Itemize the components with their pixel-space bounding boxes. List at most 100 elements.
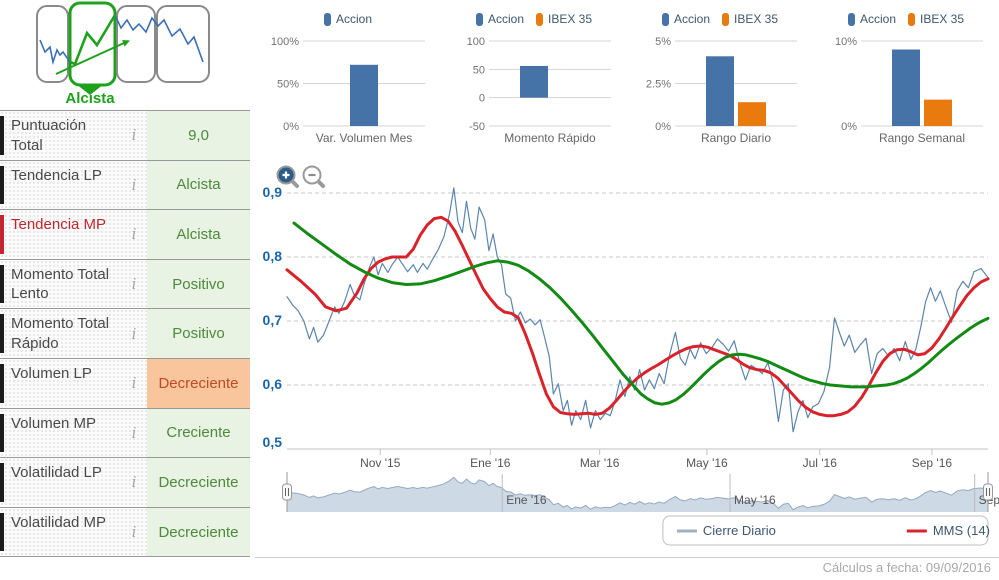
info-icon[interactable]: i: [121, 161, 147, 210]
legend-label: Accion: [674, 12, 710, 26]
legend-marker: [722, 13, 729, 26]
row-label: Tendencia MP: [4, 210, 121, 259]
y-tick-label: 0%: [283, 121, 299, 133]
info-icon[interactable]: i: [121, 359, 147, 408]
legend-label: IBEX 35: [734, 12, 778, 26]
zoom-out-button[interactable]: [304, 167, 324, 187]
legend-item-accion[interactable]: Accion: [476, 12, 524, 26]
score-row-0: Puntuación Totali9,0: [0, 111, 250, 161]
mini-chart-canvas: 0%10%Rango Semanal: [813, 31, 999, 149]
y-tick-label: 0%: [655, 121, 671, 133]
bar-ibex-35: [924, 100, 952, 126]
score-row-5: Volumen LPiDecreciente: [0, 359, 250, 409]
calculation-date-caption: Cálculos a fecha: 09/09/2016: [823, 560, 991, 575]
info-icon[interactable]: i: [121, 111, 147, 160]
score-value: Decreciente: [147, 359, 250, 408]
legend-item-accion[interactable]: Accion: [324, 12, 372, 26]
x-axis-label: May '16: [686, 456, 728, 470]
trend-state-cell-1[interactable]: [70, 3, 115, 85]
legend-item-ibex-35[interactable]: IBEX 35: [908, 12, 964, 26]
legend-marker: [662, 13, 669, 26]
navigator-label: Ene '16: [506, 493, 547, 507]
chart-legend: Cierre DiarioMMS (14)MMS (40): [663, 516, 999, 545]
mini-chart-canvas: 0% 50% 100% Var. Volumen Mes: [255, 31, 441, 149]
y-axis-label: 0,6: [263, 376, 283, 392]
info-icon[interactable]: i: [121, 210, 147, 259]
legend-label: Accion: [488, 12, 524, 26]
y-tick-label: -50: [469, 121, 485, 133]
y-tick-label: 50%: [277, 79, 299, 91]
info-icon[interactable]: i: [121, 508, 147, 557]
mini-chart-title: Rango Diario: [701, 131, 771, 145]
row-label: Tendencia LP: [4, 161, 121, 210]
trend-selector-label: Alcista: [30, 90, 150, 107]
charts-panel: Accion 0% 50% 100% Var. Volumen Mes Accion IBE…: [255, 0, 999, 558]
bar-accion: [350, 65, 378, 126]
navigator-area[interactable]: [287, 477, 988, 512]
row-label: Volumen LP: [4, 359, 121, 408]
legend-item-ibex-35[interactable]: IBEX 35: [536, 12, 592, 26]
legend-marker: [908, 13, 915, 26]
mini-charts-row: Accion 0% 50% 100% Var. Volumen Mes Accion IBE…: [255, 0, 999, 152]
mini-chart-legend: Accion IBEX 35: [441, 0, 627, 31]
y-tick-label: 100: [467, 36, 485, 48]
legend-marker: [476, 13, 483, 26]
score-value: Positivo: [147, 309, 250, 358]
mini-chart-0: Accion 0% 50% 100% Var. Volumen Mes: [255, 0, 441, 152]
bar-accion: [892, 50, 920, 127]
x-axis-label: Sep '16: [912, 456, 953, 470]
legend-item-ibex-35[interactable]: IBEX 35: [722, 12, 778, 26]
y-tick-label: 100%: [271, 36, 299, 48]
row-label: Volatilidad LP: [4, 458, 121, 507]
row-label: Volatilidad MP: [4, 508, 121, 557]
x-axis-label: Nov '15: [360, 456, 401, 470]
legend-label: Cierre Diario: [703, 523, 776, 538]
mini-chart-title: Var. Volumen Mes: [316, 131, 413, 145]
score-value: Alcista: [147, 210, 250, 259]
bar-ibex-35: [738, 102, 766, 126]
price-chart-canvas: 0,50,60,70,80,9Nov '15Ene '16Mar '16May …: [255, 152, 999, 557]
legend-item-accion[interactable]: Accion: [662, 12, 710, 26]
mini-chart-canvas: 0% 2.5% 5% Rango Diario: [627, 31, 813, 149]
score-row-1: Tendencia LPiAlcista: [0, 161, 250, 211]
dashboard: Alcista Puntuación Totali9,0Tendencia LP…: [0, 0, 999, 580]
score-table: Puntuación Totali9,0Tendencia LPiAlcista…: [0, 110, 250, 557]
mini-chart-title: Momento Rápido: [504, 131, 596, 145]
y-axis-label: 0,5: [263, 434, 283, 450]
zoom-controls: [275, 164, 335, 198]
info-icon[interactable]: i: [121, 458, 147, 507]
mini-chart-3: Accion IBEX 35 0%10%Rango Semanal: [813, 0, 999, 152]
row-label: Volumen MP: [4, 409, 121, 458]
row-label: Momento Total Lento: [4, 260, 121, 309]
score-value: Positivo: [147, 260, 250, 309]
series-cierre-diario: [287, 188, 988, 432]
navigator-right-handle[interactable]: [984, 484, 993, 500]
row-label: Momento Total Rápido: [4, 309, 121, 358]
legend-label: Accion: [860, 12, 896, 26]
bar-accion: [706, 56, 734, 126]
x-axis-label: Mar '16: [580, 456, 620, 470]
zoom-in-button[interactable]: [278, 167, 298, 187]
x-axis-label: Jul '16: [803, 456, 838, 470]
navigator-label: May '16: [734, 493, 776, 507]
legend-label: IBEX 35: [548, 12, 592, 26]
y-axis-label: 0,7: [263, 312, 283, 328]
legend-item-accion[interactable]: Accion: [848, 12, 896, 26]
trend-state-cell-3[interactable]: [157, 6, 209, 82]
info-icon[interactable]: i: [121, 309, 147, 358]
y-axis-label: 0,8: [263, 248, 283, 264]
navigator-left-handle[interactable]: [283, 484, 292, 500]
legend-label: MMS (14): [933, 523, 990, 538]
mini-chart-legend: Accion IBEX 35: [627, 0, 813, 31]
row-label: Puntuación Total: [4, 111, 121, 160]
y-tick-label: 2.5%: [646, 79, 671, 91]
score-row-2: Tendencia MPiAlcista: [0, 210, 250, 260]
mini-chart-canvas: -50050100Momento Rápido: [441, 31, 627, 149]
score-row-4: Momento Total RápidoiPositivo: [0, 309, 250, 359]
info-icon[interactable]: i: [121, 409, 147, 458]
y-tick-label: 5%: [655, 36, 671, 48]
info-icon[interactable]: i: [121, 260, 147, 309]
trend-selector[interactable]: Alcista: [0, 0, 250, 110]
legend-marker: [848, 13, 855, 26]
score-row-6: Volumen MPiCreciente: [0, 409, 250, 459]
